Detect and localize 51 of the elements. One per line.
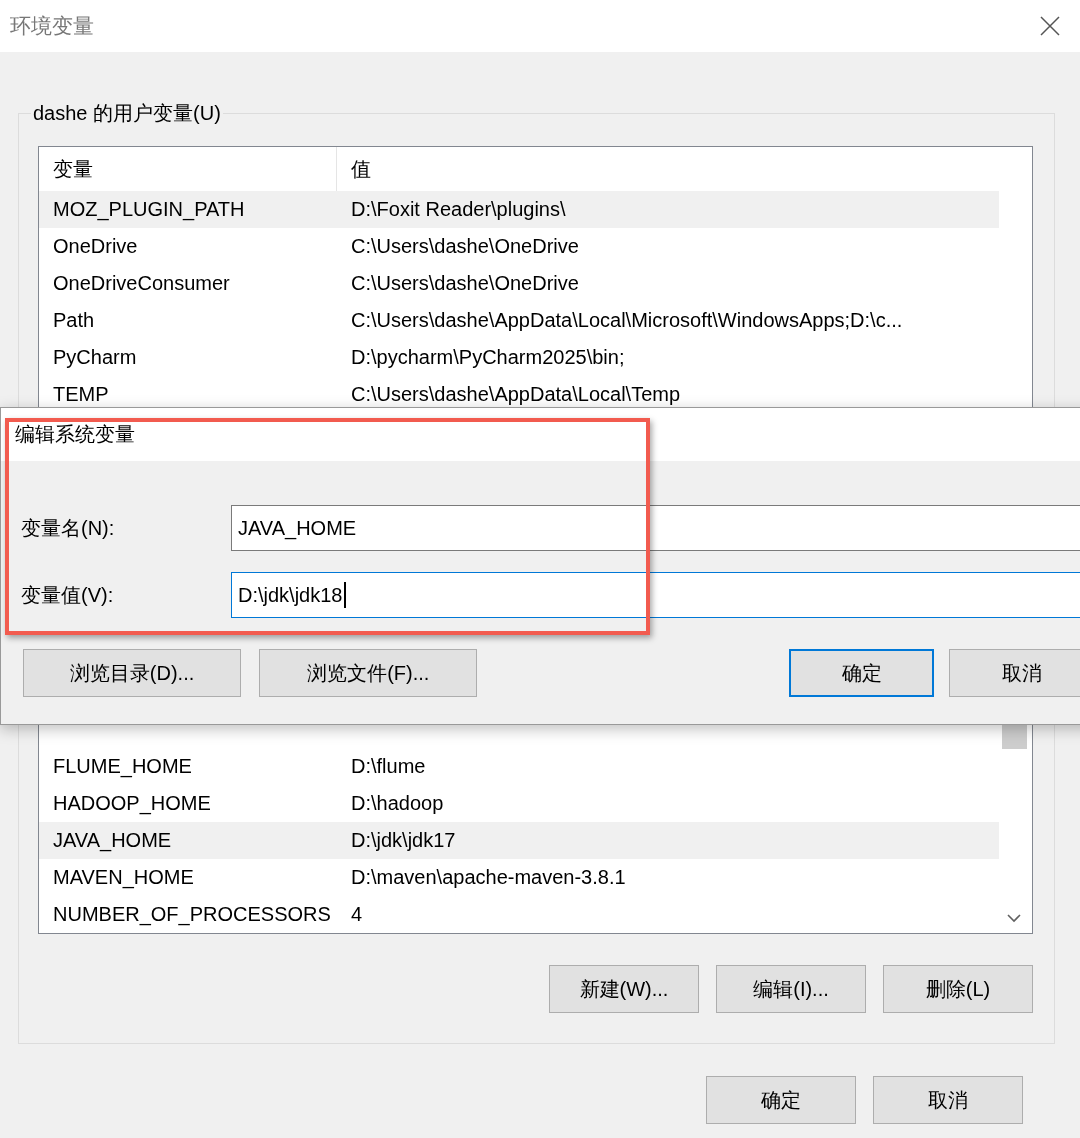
group-label: dashe 的用户变量(U)	[31, 101, 223, 125]
variable-value: D:\flume	[350, 755, 427, 778]
close-icon[interactable]	[1040, 16, 1060, 36]
variable-value: D:\Foxit Reader\plugins\	[350, 198, 567, 221]
list-row[interactable]: MAVEN_HOME D:\maven\apache-maven-3.8.1	[39, 859, 1000, 896]
variable-name: Path	[52, 309, 96, 332]
dialog-button[interactable]: 浏览文件(F)...	[259, 649, 478, 697]
list-action-button[interactable]: 编辑(I)...	[716, 965, 866, 1013]
variable-value: C:\Users\dashe\AppData\Local\Temp	[350, 383, 682, 406]
list-action-button[interactable]: 新建(W)...	[549, 965, 699, 1013]
field-label: 变量值(V):	[20, 582, 115, 608]
chevron-down-icon[interactable]	[1007, 913, 1022, 923]
variable-value: 4	[350, 903, 364, 926]
dialog-button[interactable]: 浏览目录(D)...	[23, 649, 242, 697]
window-title: 环境变量	[10, 13, 94, 39]
list-row[interactable]: JAVA_HOME D:\jdk\jdk17	[39, 822, 1000, 859]
column-header[interactable]: 值	[337, 147, 1000, 191]
dialog-button[interactable]: 确定	[706, 1076, 856, 1124]
dialog-button[interactable]: 确定	[789, 649, 935, 697]
list-row[interactable]: PyCharm D:\pycharm\PyCharm2025\bin;	[39, 339, 1000, 376]
variable-value: C:\Users\dashe\OneDrive	[350, 235, 580, 258]
dialog-button[interactable]: 取消	[873, 1076, 1023, 1124]
list-row[interactable]: HADOOP_HOME D:\hadoop	[39, 785, 1000, 822]
list-row[interactable]: MOZ_PLUGIN_PATH D:\Foxit Reader\plugins\	[39, 191, 1000, 228]
variable-value: D:\jdk\jdk17	[350, 829, 457, 852]
field-label: 变量名(N):	[20, 515, 116, 541]
dialog-title: 编辑系统变量	[15, 422, 135, 447]
list-row[interactable]: NUMBER_OF_PROCESSORS 4	[39, 896, 1000, 933]
list-action-button[interactable]: 删除(L)	[883, 965, 1033, 1013]
variable-name: JAVA_HOME	[52, 829, 173, 852]
variable-name: MAVEN_HOME	[52, 866, 195, 889]
list-row[interactable]: FLUME_HOME D:\flume	[39, 748, 1000, 785]
list-row[interactable]: OneDrive C:\Users\dashe\OneDrive	[39, 228, 1000, 265]
variable-name: OneDrive	[52, 235, 139, 258]
variable-value: D:\maven\apache-maven-3.8.1	[350, 866, 627, 889]
input-field[interactable]: D:\jdk\jdk18	[231, 572, 1080, 618]
list-row[interactable]: Path C:\Users\dashe\AppData\Local\Microsoft\WindowsApps;D:\c...	[39, 302, 1000, 339]
list-row[interactable]: OneDriveConsumer C:\Users\dashe\OneDrive	[39, 265, 1000, 302]
variable-name: OneDriveConsumer	[52, 272, 231, 295]
variable-value: D:\pycharm\PyCharm2025\bin;	[350, 346, 626, 369]
variable-name: HADOOP_HOME	[52, 792, 212, 815]
variable-name: NUMBER_OF_PROCESSORS	[52, 903, 332, 926]
input-field[interactable]: JAVA_HOME	[231, 505, 1080, 551]
variable-value: D:\hadoop	[350, 792, 445, 815]
variable-value: C:\Users\dashe\OneDrive	[350, 272, 580, 295]
variable-name: TEMP	[52, 383, 110, 406]
variable-name: PyCharm	[52, 346, 138, 369]
variable-value: C:\Users\dashe\AppData\Local\Microsoft\WindowsApps;D:\c...	[350, 309, 904, 332]
variable-name: MOZ_PLUGIN_PATH	[52, 198, 246, 221]
dialog-button[interactable]: 取消	[949, 649, 1080, 697]
variable-name: FLUME_HOME	[52, 755, 193, 778]
